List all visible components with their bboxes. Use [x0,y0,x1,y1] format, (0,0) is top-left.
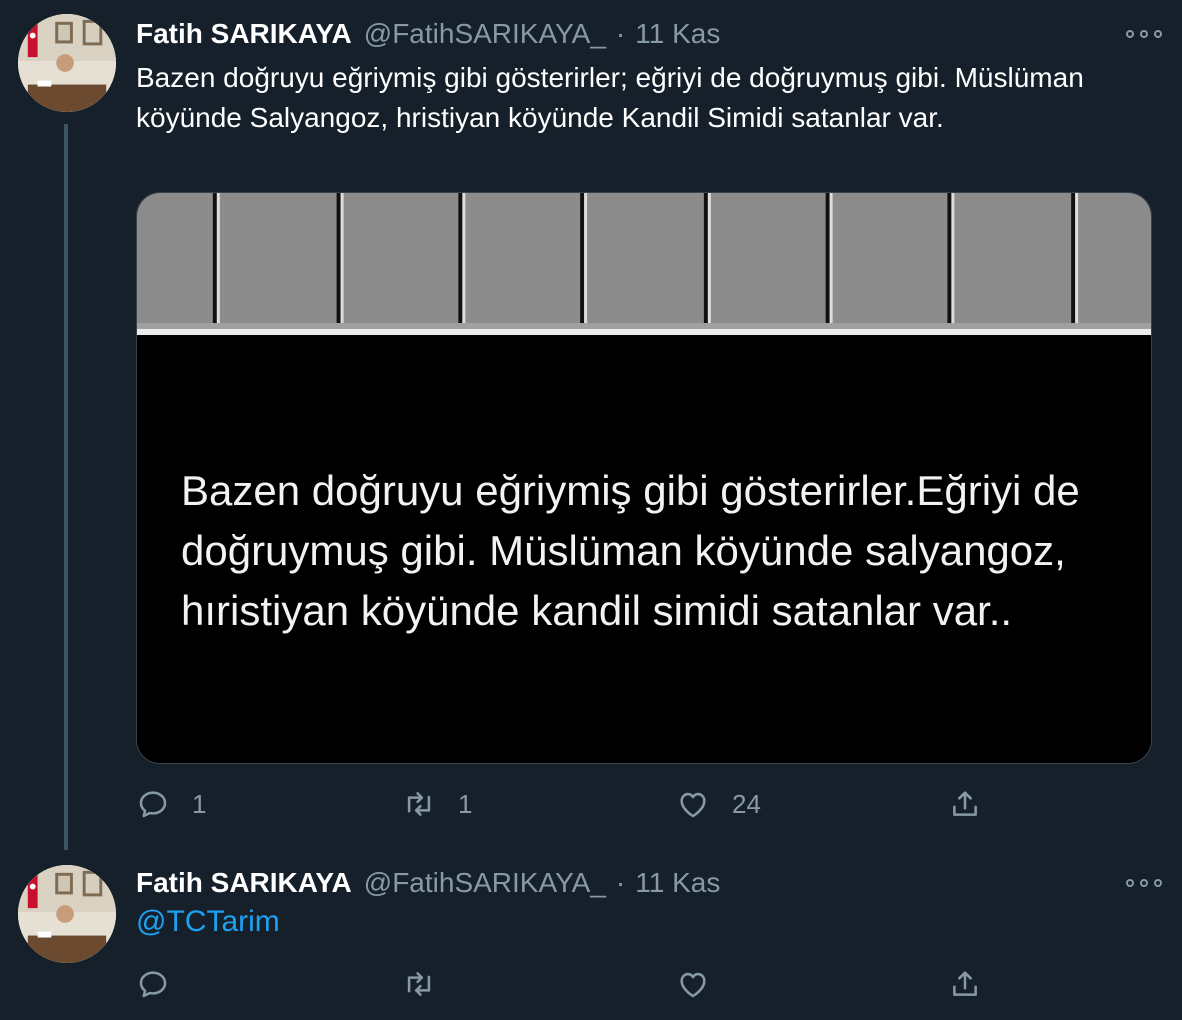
reply-button[interactable]: 1 [136,784,206,824]
tweet[interactable]: Fatih SARIKAYA @FatihSARIKAYA_ · 11 Kas … [0,0,1182,850]
more-options-icon[interactable] [1126,24,1162,44]
tweet-actions [136,964,986,1004]
like-icon [680,792,706,818]
tweet-date[interactable]: 11 Kas [635,867,720,899]
reply-button[interactable] [136,964,170,1004]
reply-count: 1 [192,788,207,819]
retweet-count: 1 [458,788,473,819]
author-name[interactable]: Fatih SARIKAYA [136,18,352,50]
media-caption: Bazen doğruyu eğriymiş gibi gösterirler.… [181,467,1080,634]
like-count: 24 [732,788,761,819]
tweet-date[interactable]: 11 Kas [635,18,720,50]
avatar-image [18,865,116,963]
tweet[interactable]: Fatih SARIKAYA @FatihSARIKAYA_ · 11 Kas … [0,850,1182,1020]
author-handle[interactable]: @FatihSARIKAYA_ [364,867,606,899]
more-options-icon[interactable] [1126,873,1162,893]
date-separator: · [615,867,626,898]
mention-link[interactable]: @TCTarim [136,905,280,939]
thread-line [64,124,68,850]
tweet-actions: 1 1 24 [136,784,986,824]
media-divider-highlight [137,329,1151,335]
tweet-media[interactable]: Bazen doğruyu eğriymiş gibi gösterirler.… [136,192,1152,764]
retweet-button[interactable] [402,964,436,1004]
date-separator: · [615,18,626,49]
tweet-header: Fatih SARIKAYA @FatihSARIKAYA_ · 11 Kas [136,863,720,903]
avatar[interactable] [18,14,116,112]
like-button[interactable]: 24 [676,784,761,824]
author-handle[interactable]: @FatihSARIKAYA_ [364,18,606,50]
reply-icon [139,791,167,818]
tweet-text: Bazen doğruyu eğriymiş gibi gösterirler;… [136,62,1084,133]
retweet-icon [407,792,431,816]
share-icon [953,971,977,996]
share-icon [953,791,977,816]
like-button[interactable] [676,964,710,1004]
avatar-image [18,14,116,112]
tweet-header: Fatih SARIKAYA @FatihSARIKAYA_ · 11 Kas [136,14,720,54]
retweet-button[interactable]: 1 [402,784,472,824]
reply-icon [139,971,167,998]
author-name[interactable]: Fatih SARIKAYA [136,867,352,899]
like-icon [680,972,706,998]
retweet-icon [407,972,431,996]
media-slats [212,193,1079,323]
avatar[interactable] [18,865,116,963]
share-button[interactable] [948,964,982,1004]
share-button[interactable] [948,784,982,824]
